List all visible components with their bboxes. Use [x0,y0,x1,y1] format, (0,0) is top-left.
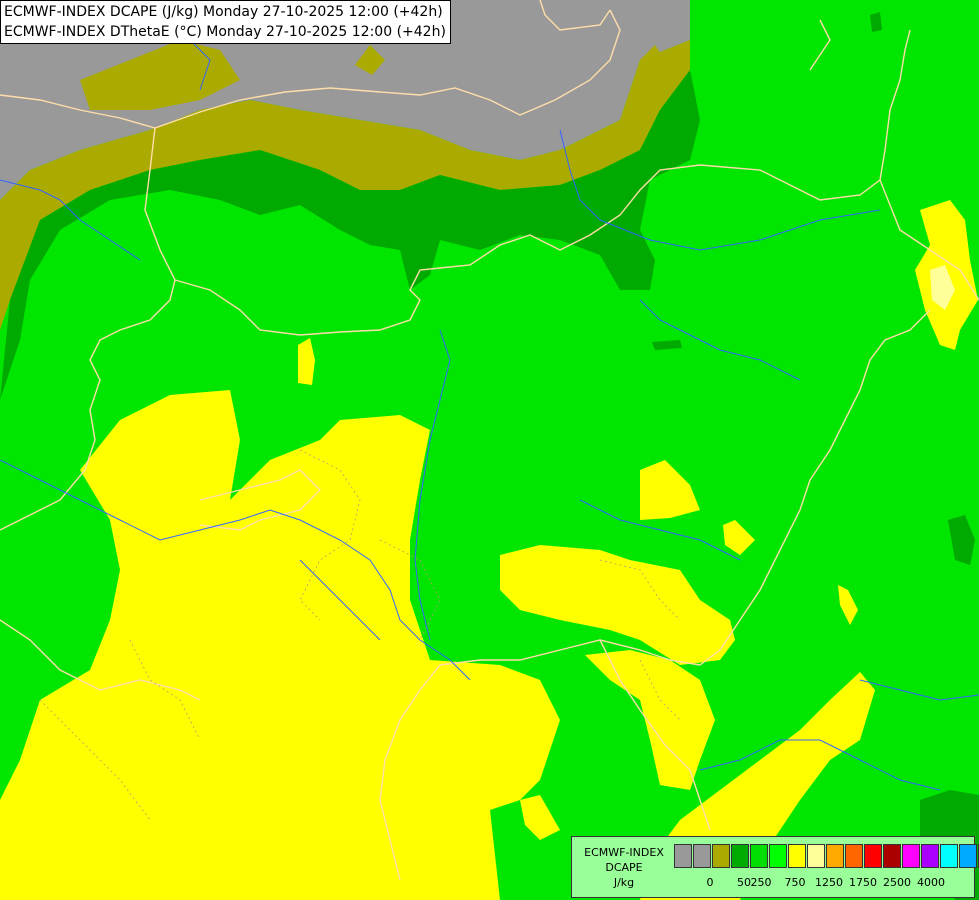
legend-tick-label: 750 [784,876,806,889]
title-line-dthetae: ECMWF-INDEX DThetaE (°C) Monday 27-10-20… [4,24,446,40]
legend-title-model: ECMWF-INDEX [584,846,664,859]
legend-swatch [807,844,825,868]
legend-tick-label: 250 [750,876,772,889]
legend-tick-label: 2500 [883,876,911,889]
legend-tick-label: 4000 [917,876,945,889]
legend-unit: J/kg [613,876,635,889]
dcape-map [0,0,979,900]
legend-tick-labels: 0 50 250 750 1250 1750 2500 4000 [674,876,970,890]
legend-swatch [845,844,863,868]
legend-tick-label: 1250 [815,876,843,889]
legend: ECMWF-INDEX DCAPE J/kg 0 50 250 750 1250 1750… [571,836,979,898]
legend-swatch [712,844,730,868]
legend-swatch [826,844,844,868]
legend-title: ECMWF-INDEX DCAPE J/kg [576,845,672,890]
legend-swatch [883,844,901,868]
legend-swatch [693,844,711,868]
legend-color-scale [674,844,979,868]
region-dark-green-spot-3 [870,12,882,32]
legend-swatch [788,844,806,868]
legend-tick-label: 1750 [849,876,877,889]
legend-swatch [902,844,920,868]
legend-swatch [940,844,958,868]
map-title-box: ECMWF-INDEX DCAPE (J/kg) Monday 27-10-20… [0,0,451,44]
legend-tick-label: 50 [737,876,751,889]
legend-swatch [864,844,882,868]
legend-swatch [674,844,692,868]
legend-swatch [959,844,977,868]
legend-swatch [769,844,787,868]
legend-tick-label: 0 [706,876,714,889]
legend-swatch [731,844,749,868]
legend-swatch [921,844,939,868]
legend-swatch [750,844,768,868]
title-line-dcape: ECMWF-INDEX DCAPE (J/kg) Monday 27-10-20… [4,4,443,20]
legend-title-parameter: DCAPE [605,861,643,874]
